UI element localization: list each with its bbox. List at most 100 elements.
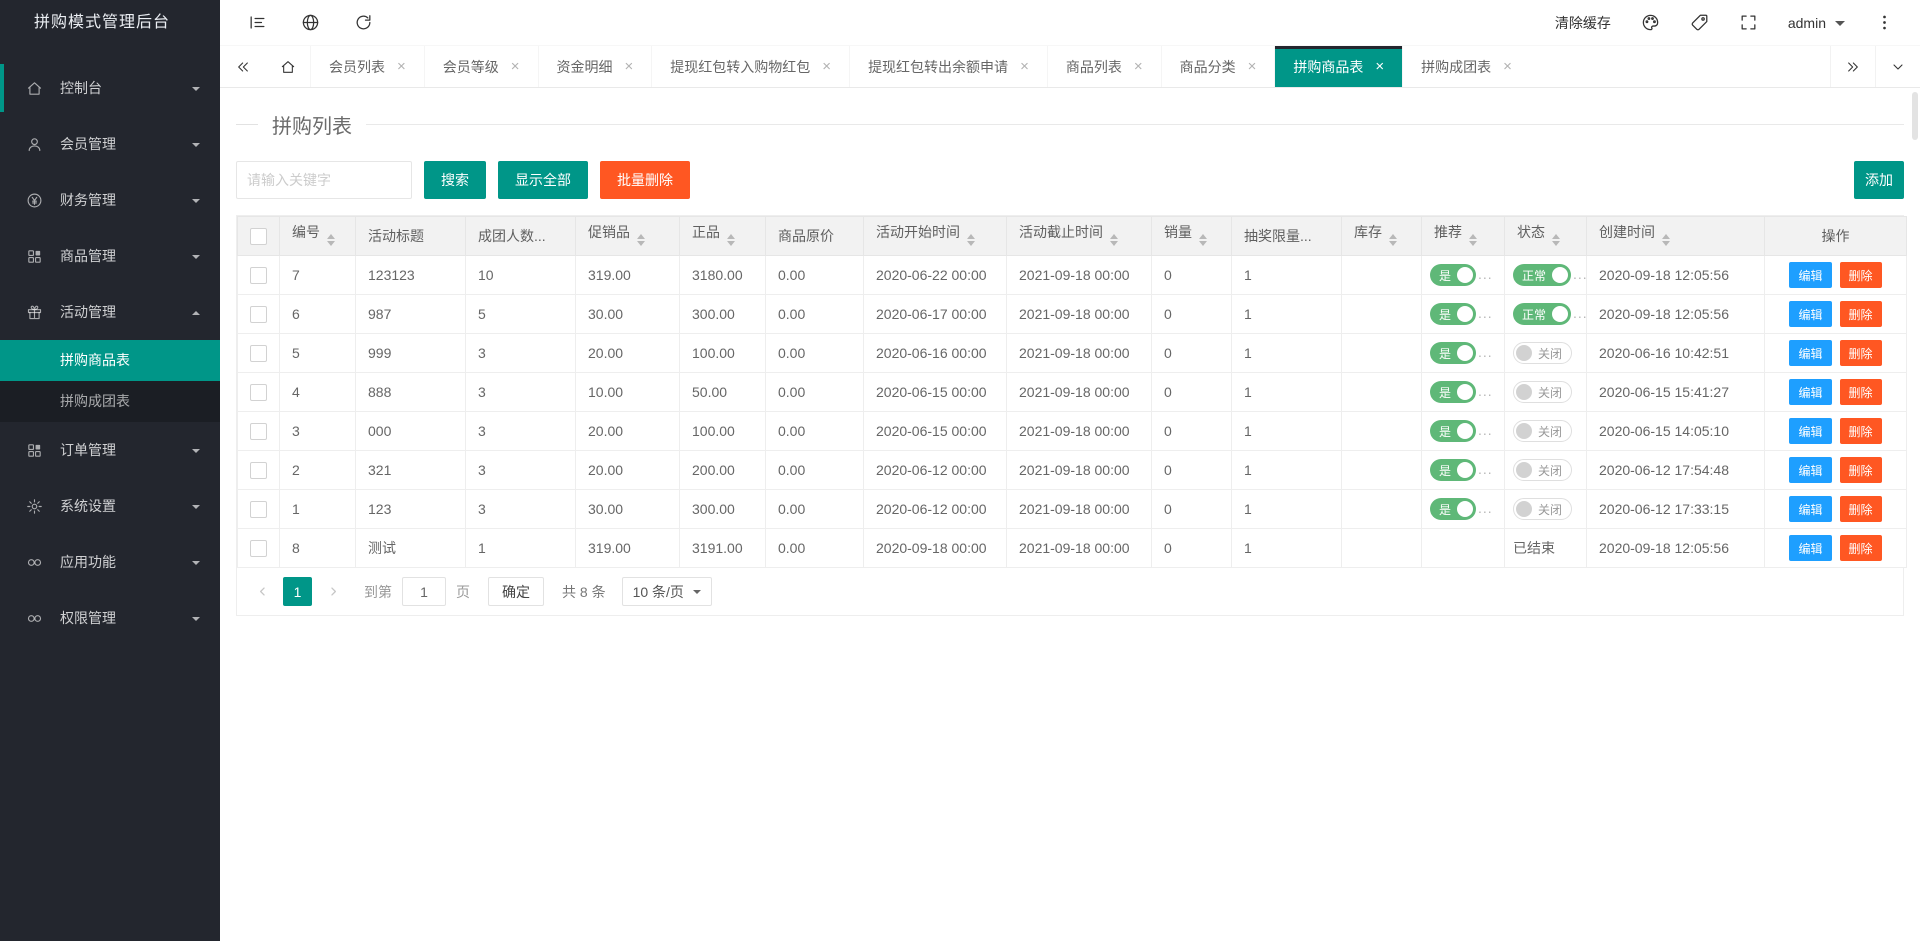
batch-delete-button[interactable]: 批量删除 [600, 161, 690, 199]
tag-icon[interactable] [1690, 13, 1709, 32]
edit-button[interactable]: 编辑 [1789, 340, 1831, 366]
search-input[interactable] [236, 161, 412, 199]
sort-icon[interactable] [1199, 230, 1207, 250]
close-icon[interactable]: × [1248, 58, 1257, 75]
recommend-toggle[interactable]: 是 [1430, 342, 1476, 364]
current-page-button[interactable]: 1 [283, 577, 312, 606]
row-checkbox[interactable] [250, 423, 267, 440]
goto-page-input[interactable] [402, 577, 446, 606]
search-button[interactable]: 搜索 [424, 161, 486, 199]
row-checkbox[interactable] [250, 267, 267, 284]
status-toggle[interactable]: 正常 [1513, 303, 1571, 325]
status-toggle[interactable]: 关闭 [1513, 498, 1572, 520]
status-toggle[interactable]: 关闭 [1513, 459, 1572, 481]
row-checkbox[interactable] [250, 345, 267, 362]
status-toggle[interactable]: 关闭 [1513, 381, 1572, 403]
delete-button[interactable]: 删除 [1840, 379, 1882, 405]
sort-icon[interactable] [727, 230, 735, 250]
row-checkbox[interactable] [250, 540, 267, 557]
recommend-toggle[interactable]: 是 [1430, 381, 1476, 403]
tabs-menu-button[interactable] [1875, 46, 1920, 87]
close-icon[interactable]: × [511, 58, 520, 75]
close-icon[interactable]: × [397, 58, 406, 75]
delete-button[interactable]: 删除 [1840, 418, 1882, 444]
clear-cache-button[interactable]: 清除缓存 [1555, 13, 1611, 33]
delete-button[interactable]: 删除 [1840, 340, 1882, 366]
tab-member-level[interactable]: 会员等级 × [424, 46, 538, 87]
tab-goods-list[interactable]: 商品列表 × [1047, 46, 1161, 87]
row-checkbox[interactable] [250, 462, 267, 479]
close-icon[interactable]: × [625, 58, 634, 75]
tab-goods-category[interactable]: 商品分类 × [1161, 46, 1275, 87]
close-icon[interactable]: × [822, 58, 831, 75]
edit-button[interactable]: 编辑 [1789, 457, 1831, 483]
recommend-toggle[interactable]: 是 [1430, 264, 1476, 286]
show-all-button[interactable]: 显示全部 [498, 161, 588, 199]
select-all-checkbox[interactable] [250, 228, 267, 245]
add-button[interactable]: 添加 [1854, 161, 1904, 199]
edit-button[interactable]: 编辑 [1789, 379, 1831, 405]
sidebar-subitem-groupbuy-groups[interactable]: 拼购成团表 [0, 381, 220, 422]
sidebar-item-permissions[interactable]: 权限管理 [0, 590, 220, 646]
globe-icon[interactable] [301, 13, 320, 32]
refresh-icon[interactable] [354, 13, 373, 32]
tab-funds-detail[interactable]: 资金明细 × [538, 46, 652, 87]
status-toggle[interactable]: 正常 [1513, 264, 1571, 286]
theme-palette-icon[interactable] [1641, 13, 1660, 32]
delete-button[interactable]: 删除 [1840, 457, 1882, 483]
recommend-toggle[interactable]: 是 [1430, 459, 1476, 481]
edit-button[interactable]: 编辑 [1789, 496, 1831, 522]
home-tab[interactable] [265, 46, 310, 87]
sidebar-item-activity[interactable]: 活动管理 [0, 284, 220, 340]
user-menu[interactable]: admin [1788, 15, 1845, 31]
row-checkbox[interactable] [250, 384, 267, 401]
col-end[interactable]: 活动截止时间 [1007, 217, 1152, 256]
col-promo[interactable]: 促销品 [576, 217, 680, 256]
status-toggle[interactable]: 关闭 [1513, 342, 1572, 364]
sort-icon[interactable] [637, 230, 645, 250]
page-size-select[interactable]: 10 条/页 [622, 577, 712, 606]
recommend-toggle[interactable]: 是 [1430, 498, 1476, 520]
fullscreen-icon[interactable] [1739, 13, 1758, 32]
confirm-button[interactable]: 确定 [488, 577, 544, 606]
col-recommend[interactable]: 推荐 [1422, 217, 1505, 256]
close-icon[interactable]: × [1375, 58, 1384, 75]
close-icon[interactable]: × [1020, 58, 1029, 75]
tabs-scroll-left-button[interactable] [220, 46, 265, 87]
sidebar-item-console[interactable]: 控制台 [0, 60, 220, 116]
sidebar-item-members[interactable]: 会员管理 [0, 116, 220, 172]
sort-icon[interactable] [1389, 230, 1397, 250]
next-page-button[interactable] [322, 581, 344, 603]
col-status[interactable]: 状态 [1505, 217, 1587, 256]
edit-button[interactable]: 编辑 [1789, 418, 1831, 444]
tabs-scroll-right-button[interactable] [1830, 46, 1875, 87]
delete-button[interactable]: 删除 [1840, 535, 1882, 561]
sort-icon[interactable] [1110, 230, 1118, 250]
edit-button[interactable]: 编辑 [1789, 535, 1831, 561]
col-id[interactable]: 编号 [280, 217, 356, 256]
edit-button[interactable]: 编辑 [1789, 262, 1831, 288]
more-menu-icon[interactable] [1875, 13, 1894, 32]
sidebar-subitem-groupbuy-goods[interactable]: 拼购商品表 [0, 340, 220, 381]
sort-icon[interactable] [967, 230, 975, 250]
delete-button[interactable]: 删除 [1840, 496, 1882, 522]
tab-withdraw-to-balance[interactable]: 提现红包转出余额申请 × [849, 46, 1047, 87]
recommend-toggle[interactable]: 是 [1430, 420, 1476, 442]
sidebar-item-finance[interactable]: 财务管理 [0, 172, 220, 228]
delete-button[interactable]: 删除 [1840, 262, 1882, 288]
row-checkbox[interactable] [250, 306, 267, 323]
sort-icon[interactable] [327, 230, 335, 250]
col-stock[interactable]: 库存 [1342, 217, 1422, 256]
row-checkbox[interactable] [250, 501, 267, 518]
recommend-toggle[interactable]: 是 [1430, 303, 1476, 325]
scrollbar-thumb[interactable] [1912, 92, 1918, 140]
sidebar-item-orders[interactable]: 订单管理 [0, 422, 220, 478]
sort-icon[interactable] [1662, 230, 1670, 250]
tab-groupbuy-goods[interactable]: 拼购商品表 × [1274, 46, 1402, 87]
edit-button[interactable]: 编辑 [1789, 301, 1831, 327]
delete-button[interactable]: 删除 [1840, 301, 1882, 327]
sidebar-item-system[interactable]: 系统设置 [0, 478, 220, 534]
close-icon[interactable]: × [1503, 58, 1512, 75]
tab-groupbuy-groups[interactable]: 拼购成团表 × [1402, 46, 1530, 87]
sidebar-item-app-features[interactable]: 应用功能 [0, 534, 220, 590]
